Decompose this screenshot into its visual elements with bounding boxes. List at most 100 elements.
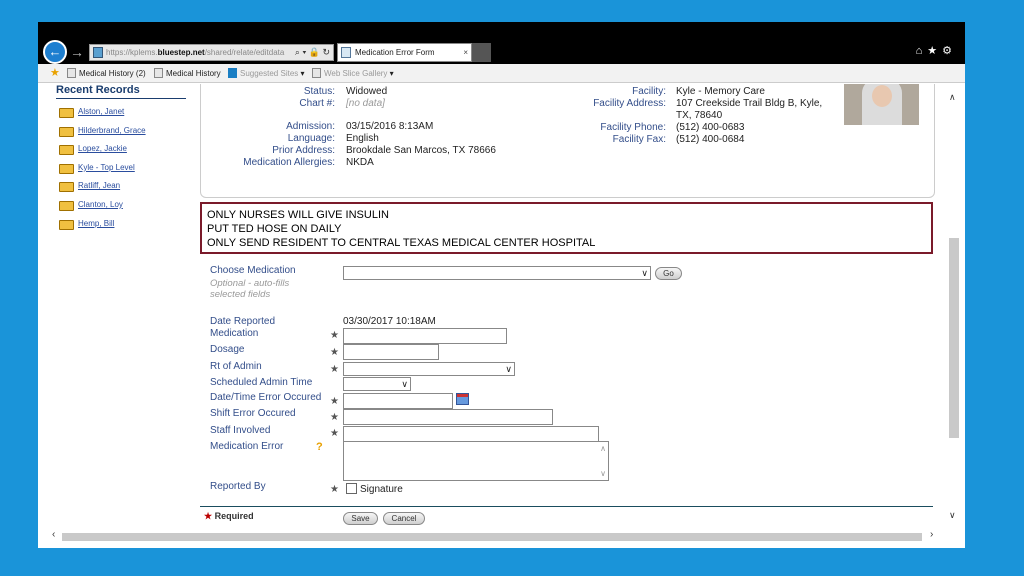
admission-label: Admission: <box>286 121 335 132</box>
favorites-star-icon[interactable]: ★ <box>50 64 60 83</box>
horizontal-scroll-thumb[interactable] <box>62 533 922 541</box>
recent-record-link[interactable]: Hilderbrand, Grace <box>78 126 146 135</box>
recent-record-item[interactable]: Hemp, Bill <box>56 215 186 234</box>
date-reported-label: Date Reported <box>210 316 276 327</box>
recent-record-link[interactable]: Kyle - Top Level <box>78 163 135 172</box>
fav-medical-history-2[interactable]: Medical History (2) <box>67 64 146 83</box>
recent-record-item[interactable]: Lopez, Jackie <box>56 140 186 159</box>
admission-value: 03/15/2016 8:13AM <box>346 121 434 132</box>
medication-label: Medication <box>210 328 259 339</box>
scroll-down-icon[interactable]: ∨ <box>600 469 606 478</box>
allergies-value: NKDA <box>346 157 374 168</box>
language-value: English <box>346 133 379 144</box>
favorites-bar: ★ Medical History (2) Medical History Su… <box>38 64 965 83</box>
scheduled-time-select[interactable]: ∨ <box>343 377 411 391</box>
bing-icon <box>228 68 237 78</box>
allergies-label: Medication Allergies: <box>243 157 335 168</box>
staff-involved-field[interactable] <box>343 426 599 442</box>
recent-record-link[interactable]: Alston, Janet <box>78 107 124 116</box>
recent-record-item[interactable]: Clanton, Loy <box>56 196 186 215</box>
required-star-icon: ★ <box>204 511 213 521</box>
scroll-up-icon[interactable]: ∧ <box>949 92 956 103</box>
page-icon <box>312 68 321 78</box>
recent-record-item[interactable]: Alston, Janet <box>56 103 186 122</box>
prior-address-label: Prior Address: <box>272 145 335 156</box>
medication-field[interactable] <box>343 328 507 344</box>
url-path: /shared/relate/editdata <box>204 48 285 57</box>
back-button[interactable]: ← <box>43 40 67 64</box>
calendar-icon[interactable] <box>456 393 469 405</box>
scheduled-time-label: Scheduled Admin Time <box>210 377 313 388</box>
recent-records-sidebar: Recent Records Alston, Janet Hilderbrand… <box>56 84 186 233</box>
recent-record-item[interactable]: Kyle - Top Level <box>56 159 186 178</box>
close-tab-icon[interactable]: × <box>463 44 468 61</box>
page-icon <box>154 68 163 78</box>
tab-page-icon <box>341 47 351 58</box>
folder-icon <box>59 126 74 137</box>
date-reported-value: 03/30/2017 10:18AM <box>343 316 436 327</box>
scroll-down-icon[interactable]: ∨ <box>949 510 956 521</box>
resident-photo <box>844 84 919 125</box>
rt-admin-select[interactable]: ∨ <box>343 362 515 376</box>
facility-phone-label: Facility Phone: <box>600 122 666 133</box>
cancel-button[interactable]: Cancel <box>383 512 425 525</box>
scroll-up-icon[interactable]: ∧ <box>600 444 606 453</box>
required-star-icon: ★ <box>330 412 339 423</box>
facility-address-label: Facility Address: <box>593 98 666 109</box>
tab-medication-error-form[interactable]: Medication Error Form × <box>337 43 472 62</box>
browser-titlebar: ← → https://kplems.bluestep.net/shared/r… <box>38 22 965 64</box>
required-star-icon: ★ <box>330 484 339 495</box>
recent-record-link[interactable]: Hemp, Bill <box>78 219 114 228</box>
vertical-scrollbar[interactable]: ∧ ∨ <box>947 88 962 526</box>
vertical-scroll-thumb[interactable] <box>949 238 959 438</box>
required-note: ★ Required <box>204 511 254 522</box>
shift-error-field[interactable] <box>343 409 553 425</box>
chart-label: Chart #: <box>299 98 335 109</box>
facility-fax-label: Facility Fax: <box>612 134 666 145</box>
scroll-right-icon[interactable]: › <box>930 529 933 540</box>
recent-record-item[interactable]: Ratliff, Jean <box>56 177 186 196</box>
medication-error-textarea[interactable]: ∧ ∨ <box>343 441 609 481</box>
required-star-icon: ★ <box>330 428 339 439</box>
address-bar[interactable]: https://kplems.bluestep.net/shared/relat… <box>89 44 334 61</box>
help-icon[interactable]: ? <box>316 441 323 453</box>
prior-address-value: Brookdale San Marcos, TX 78666 <box>346 145 496 156</box>
scroll-left-icon[interactable]: ‹ <box>52 529 55 540</box>
status-label: Status: <box>303 86 335 97</box>
chevron-down-icon: ▾ <box>389 69 394 78</box>
required-star-icon: ★ <box>330 364 339 375</box>
tab-title: Medication Error Form <box>355 48 435 57</box>
fav-medical-history[interactable]: Medical History <box>154 64 221 83</box>
status-value: Widowed <box>346 86 388 97</box>
choose-medication-select[interactable]: ∨ <box>343 266 651 280</box>
address-controls-icon[interactable]: ⌕ ▾ 🔒 ↻ <box>295 45 330 60</box>
calendar-header <box>457 394 468 397</box>
signature-checkbox[interactable] <box>346 483 357 494</box>
medication-error-label: Medication Error <box>210 441 284 452</box>
fav-web-slice-gallery[interactable]: Web Slice Gallery ▾ <box>312 64 394 83</box>
facility-label: Facility: <box>632 86 666 97</box>
alert-line: ONLY NURSES WILL GIVE INSULIN <box>207 209 389 221</box>
url-host: bluestep.net <box>157 48 205 57</box>
reported-by-label: Reported By <box>210 481 266 492</box>
photo-face <box>872 85 892 107</box>
recent-record-item[interactable]: Hilderbrand, Grace <box>56 122 186 141</box>
facility-value: Kyle - Memory Care <box>676 86 765 97</box>
go-button[interactable]: Go <box>655 267 682 280</box>
new-tab-button[interactable] <box>472 43 491 62</box>
home-favorites-settings-icons[interactable]: ⌂★⚙ <box>916 44 957 57</box>
datetime-error-field[interactable] <box>343 393 453 409</box>
alert-line: ONLY SEND RESIDENT TO CENTRAL TEXAS MEDI… <box>207 237 596 249</box>
fav-label: Web Slice Gallery <box>324 69 388 78</box>
recent-record-link[interactable]: Lopez, Jackie <box>78 144 127 153</box>
save-button[interactable]: Save <box>343 512 378 525</box>
chevron-down-icon: ∨ <box>505 364 512 374</box>
recent-record-link[interactable]: Ratliff, Jean <box>78 181 120 190</box>
dosage-field[interactable] <box>343 344 439 360</box>
horizontal-scrollbar[interactable]: ‹ › <box>52 529 940 544</box>
recent-record-link[interactable]: Clanton, Loy <box>78 200 123 209</box>
folder-icon <box>59 200 74 211</box>
shift-error-label: Shift Error Occured <box>210 408 296 419</box>
fav-suggested-sites[interactable]: Suggested Sites ▾ <box>228 64 305 83</box>
choose-medication-label: Choose Medication <box>210 265 296 276</box>
